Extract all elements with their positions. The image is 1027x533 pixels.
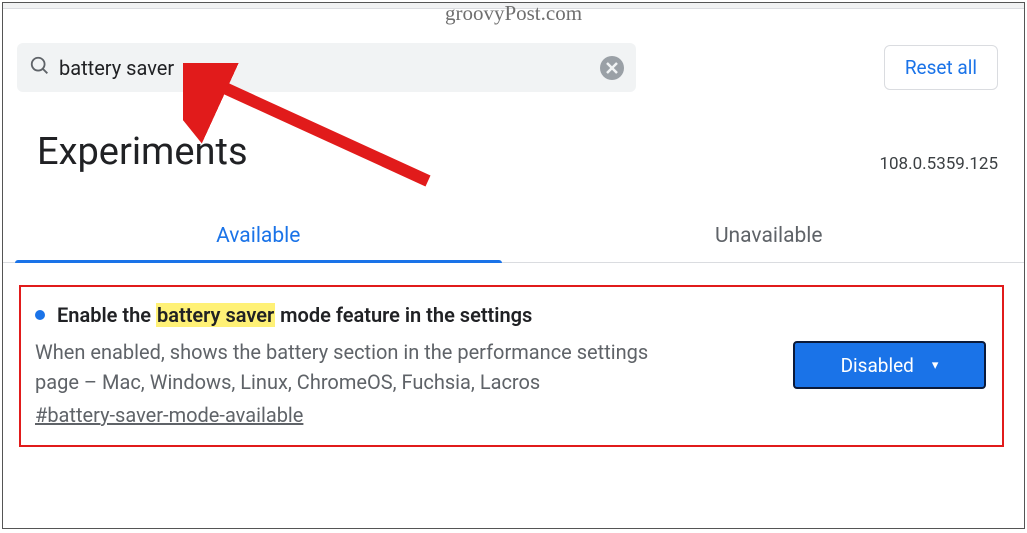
search-highlight: battery saver [156, 303, 275, 327]
search-icon [29, 55, 51, 81]
tab-available[interactable]: Available [3, 208, 514, 262]
tabs: Available Unavailable [3, 208, 1024, 263]
chevron-down-icon: ▾ [932, 358, 939, 373]
reset-all-button[interactable]: Reset all [884, 45, 998, 90]
tab-unavailable[interactable]: Unavailable [514, 208, 1025, 262]
watermark-text: groovyPost.com [445, 1, 582, 26]
flag-state-dropdown[interactable]: Disabled ▾ [793, 341, 986, 389]
clear-search-button[interactable] [600, 56, 624, 80]
flag-title: Enable the battery saver mode feature in… [35, 303, 763, 327]
flag-description: When enabled, shows the battery section … [35, 337, 675, 397]
version-text: 108.0.5359.125 [879, 154, 998, 174]
search-box[interactable] [17, 43, 636, 92]
dropdown-label: Disabled [841, 354, 914, 377]
modified-dot-icon [35, 310, 45, 320]
flag-hash-link[interactable]: #battery-saver-mode-available [35, 403, 303, 427]
flag-row: Enable the battery saver mode feature in… [19, 285, 1004, 447]
search-input[interactable] [51, 56, 600, 80]
page-title: Experiments [37, 130, 248, 174]
